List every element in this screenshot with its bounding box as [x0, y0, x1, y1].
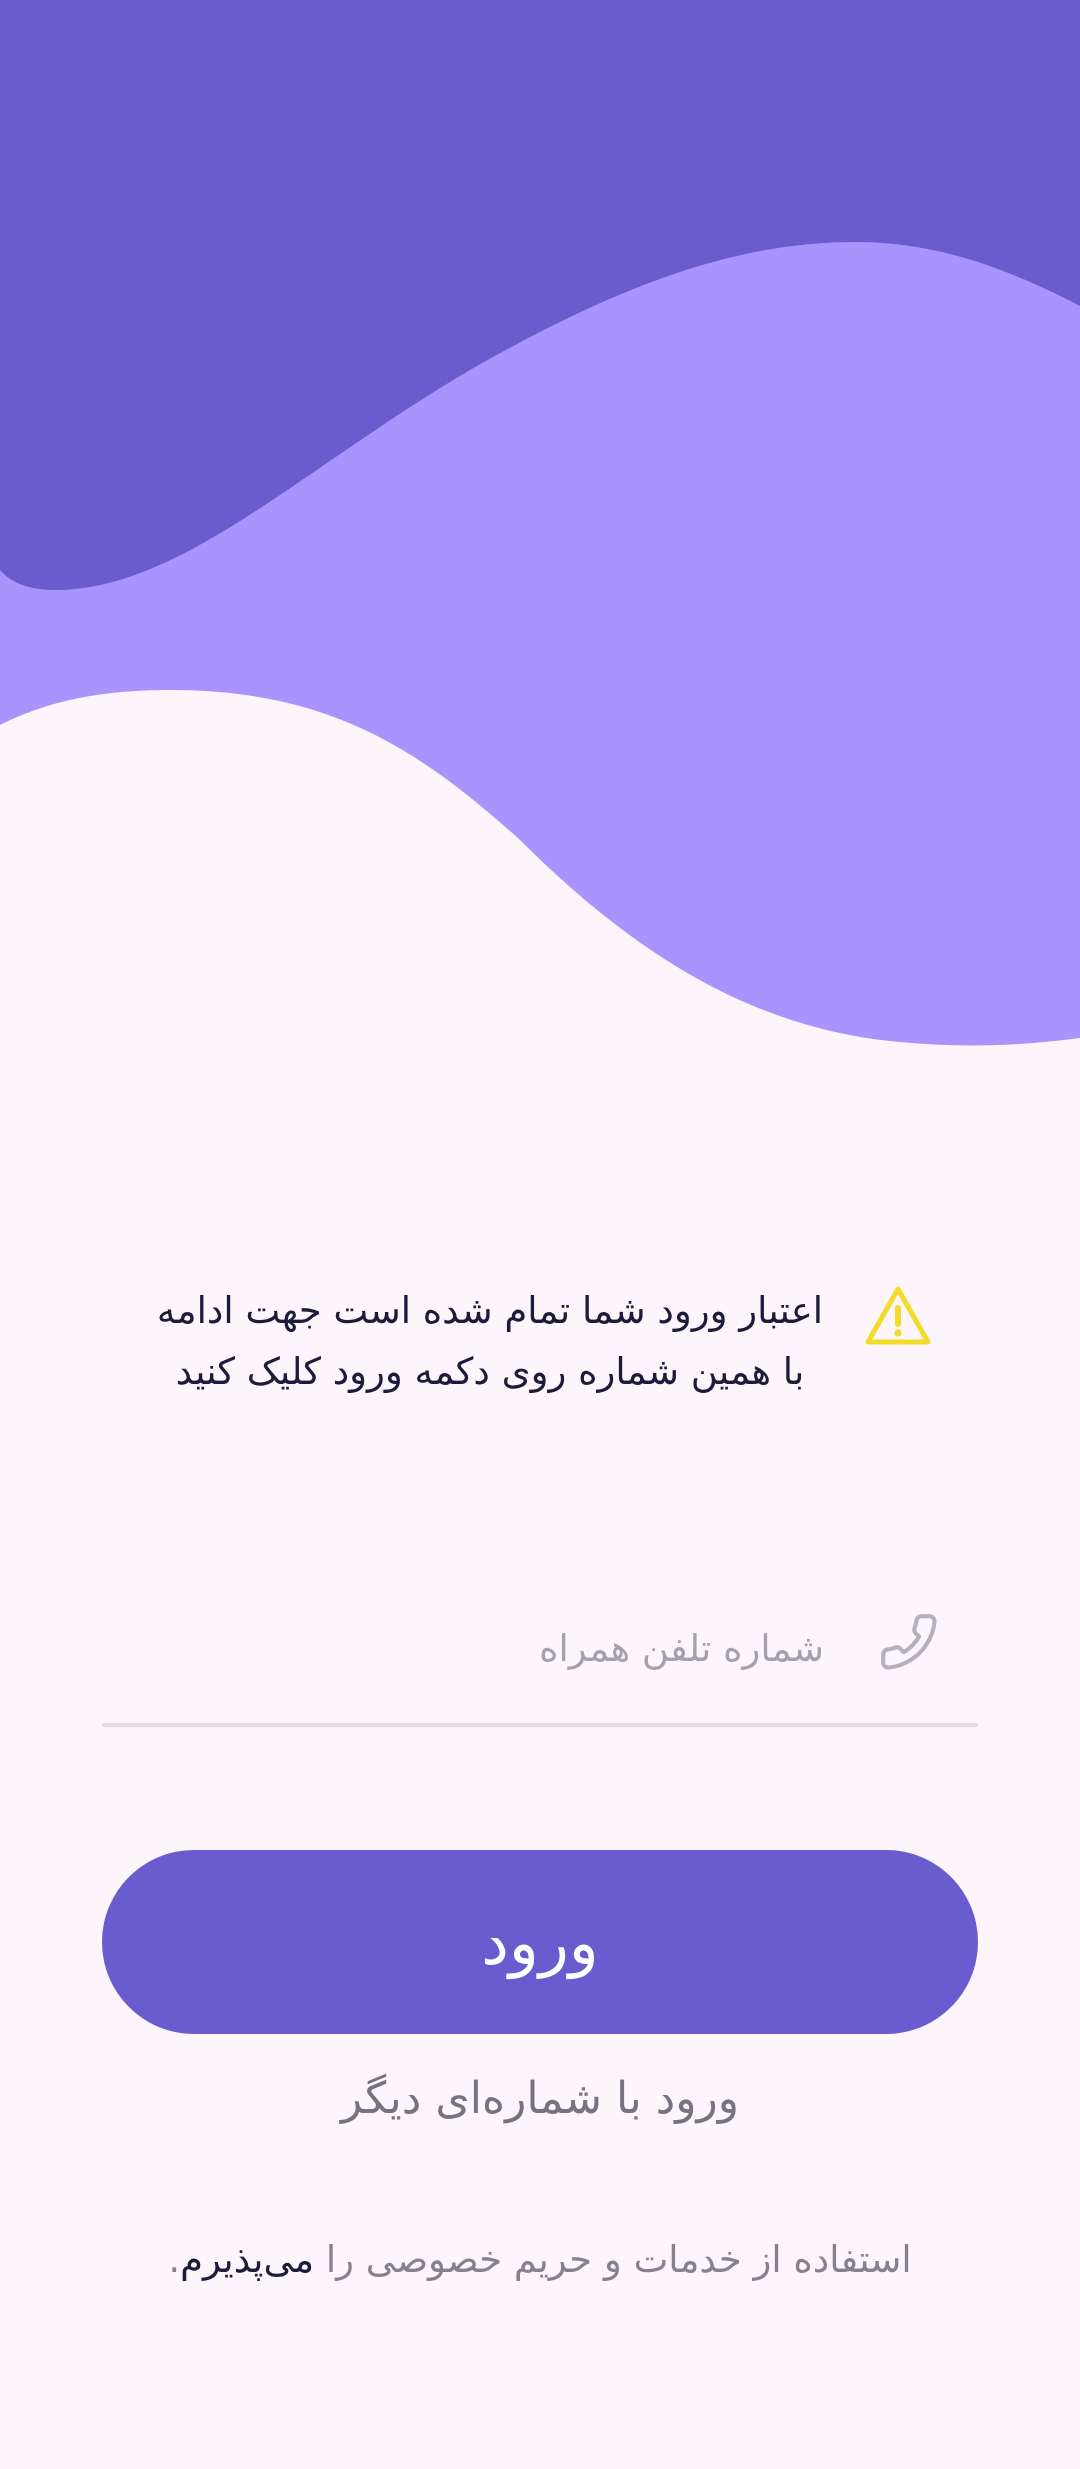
- login-button[interactable]: ورود: [102, 1850, 978, 2034]
- phone-input-underline: [102, 1723, 978, 1727]
- notice-message: اعتبار ورود شما تمام شده است جهت ادامه ب…: [156, 1289, 824, 1393]
- terms-prefix: استفاده از خدمات و حریم خصوصی را: [314, 2238, 912, 2281]
- terms-agreement: استفاده از خدمات و حریم خصوصی را می‌پذیر…: [0, 2230, 1080, 2290]
- terms-suffix: .: [168, 2238, 181, 2281]
- login-with-another-number-link[interactable]: ورود با شماره‌ای دیگر: [0, 2064, 1080, 2134]
- phone-icon: [881, 1614, 937, 1670]
- phone-field: [102, 1590, 978, 1730]
- phone-input[interactable]: [102, 1602, 824, 1694]
- warning-icon: [865, 1286, 931, 1345]
- credit-expired-notice: اعتبار ورود شما تمام شده است جهت ادامه ب…: [150, 1280, 940, 1480]
- terms-accept-link[interactable]: می‌پذیرم: [180, 2238, 314, 2281]
- header-wave-illustration: [0, 0, 1080, 1046]
